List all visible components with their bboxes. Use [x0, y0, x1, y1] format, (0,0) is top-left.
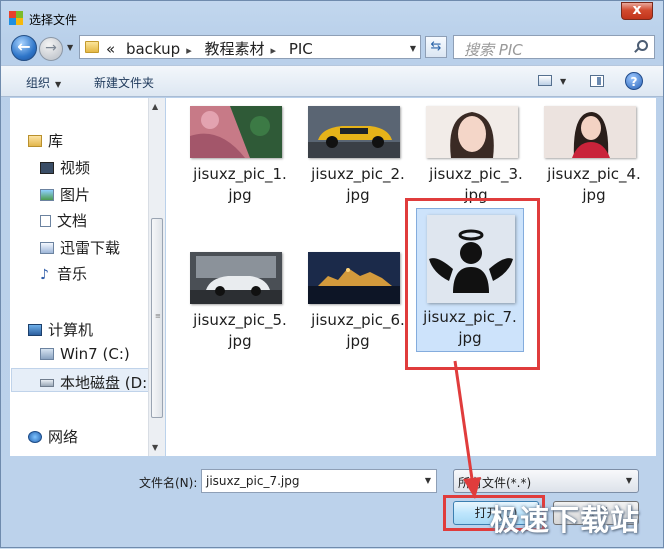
chevron-right-icon[interactable]: ▸ — [271, 44, 277, 57]
search-placeholder: 搜索 PIC — [464, 41, 523, 59]
command-toolbar: 组织 ▼ 新建文件夹 ▼ ? — [1, 65, 663, 97]
nav-label: Win7 (C:) — [60, 345, 130, 363]
nav-label: 网络 — [48, 428, 79, 446]
thumbnail-pink-forest — [190, 106, 282, 158]
download-icon — [40, 242, 54, 254]
chevron-down-icon: ▼ — [55, 80, 62, 89]
file-item[interactable]: jisuxz_pic_4. jpg — [534, 98, 641, 248]
library-icon — [28, 135, 42, 147]
nav-label: 视频 — [60, 159, 91, 177]
refresh-icon: ⇆ — [430, 39, 442, 54]
title-bar: 选择文件 x — [1, 1, 663, 33]
scroll-down-icon[interactable]: ▼ — [152, 443, 158, 452]
search-input[interactable]: 搜索 PIC — [453, 35, 655, 59]
nav-item-network[interactable]: 网络 — [28, 426, 78, 447]
folder-icon — [85, 41, 99, 53]
preview-pane-icon[interactable] — [590, 75, 604, 87]
navigation-pane: 库 视频 图片 文档 迅雷下载 ♪ 音乐 计算机 Win7 (C:) 本地磁盘 (… — [10, 98, 165, 456]
nav-item-documents[interactable]: 文档 — [40, 210, 87, 231]
filename-value: jisuxz_pic_7.jpg — [206, 474, 300, 488]
address-history-dropdown[interactable]: ▼ — [410, 44, 416, 53]
thumbnail-night-castle — [308, 252, 400, 304]
chevron-down-icon: ▼ — [625, 476, 632, 485]
search-icon[interactable] — [637, 40, 648, 51]
nav-item-videos[interactable]: 视频 — [40, 157, 90, 178]
network-icon — [28, 431, 42, 443]
nav-label: 迅雷下载 — [60, 239, 121, 257]
nav-item-computer[interactable]: 计算机 — [28, 319, 93, 340]
grip-icon: ≡ — [155, 312, 161, 320]
breadcrumb-overflow[interactable]: « — [106, 40, 115, 58]
nav-label: 计算机 — [48, 321, 94, 339]
file-item[interactable]: jisuxz_pic_6. jpg — [298, 244, 405, 394]
music-note-icon: ♪ — [40, 267, 49, 283]
breadcrumb-backup[interactable]: backup — [126, 40, 180, 58]
file-name: jisuxz_pic_6. jpg — [311, 311, 405, 350]
drive-icon — [40, 348, 54, 360]
recent-pages-dropdown[interactable]: ▼ — [67, 43, 73, 52]
organize-menu[interactable]: 组织 ▼ — [26, 74, 61, 91]
close-button[interactable]: x — [621, 2, 653, 20]
window-title: 选择文件 — [29, 13, 78, 27]
nav-label: 图片 — [60, 186, 91, 204]
nav-label: 文档 — [57, 212, 88, 230]
view-mode-dropdown[interactable]: ▼ — [560, 77, 566, 86]
computer-icon — [28, 324, 42, 336]
nav-item-music[interactable]: ♪ 音乐 — [40, 263, 87, 284]
watermark-text: 极速下载站 — [490, 503, 641, 537]
nav-item-win7[interactable]: Win7 (C:) — [40, 345, 130, 363]
scroll-up-icon[interactable]: ▲ — [152, 102, 158, 111]
chevron-down-icon[interactable]: ▼ — [425, 476, 431, 485]
file-item[interactable]: jisuxz_pic_2. jpg — [298, 98, 405, 248]
file-list: jisuxz_pic_1. jpg jisuxz_pic_2. jpg jisu… — [166, 98, 656, 456]
help-icon[interactable]: ? — [625, 72, 643, 90]
filename-label: 文件名(N): — [139, 476, 198, 490]
nav-scrollbar[interactable]: ▲ ≡ ▼ — [148, 98, 165, 456]
highlight-box-file — [405, 198, 540, 370]
breadcrumb-pic[interactable]: PIC — [289, 40, 313, 58]
file-name: jisuxz_pic_4. jpg — [547, 165, 641, 204]
navigation-bar: ← → ▼ « backup ▸ 教程素材 ▸ PIC ▼ ⇆ 搜索 PIC — [1, 33, 663, 63]
thumbnail-portrait-woman — [426, 106, 518, 158]
document-icon — [40, 215, 51, 227]
file-name: jisuxz_pic_2. jpg — [311, 165, 405, 204]
arrow-right-icon: → — [45, 40, 57, 56]
nav-label: 本地磁盘 (D: — [60, 374, 148, 392]
file-name: jisuxz_pic_5. jpg — [193, 311, 287, 350]
picture-icon — [40, 189, 54, 201]
thumbnail-white-car — [190, 252, 282, 304]
new-folder-button[interactable]: 新建文件夹 — [94, 74, 154, 91]
file-item[interactable]: jisuxz_pic_1. jpg — [180, 98, 287, 248]
refresh-button[interactable]: ⇆ — [425, 36, 447, 58]
nav-item-pictures[interactable]: 图片 — [40, 184, 90, 205]
nav-label: 音乐 — [57, 265, 88, 283]
breadcrumb-tutorial[interactable]: 教程素材 — [205, 40, 265, 58]
thumbnail-yellow-car — [308, 106, 400, 158]
file-open-dialog: 选择文件 x ← → ▼ « backup ▸ 教程素材 ▸ PIC ▼ ⇆ 搜索 … — [0, 0, 664, 548]
nav-label: 库 — [48, 132, 64, 150]
filename-input[interactable]: jisuxz_pic_7.jpg ▼ — [201, 469, 437, 493]
chevron-right-icon[interactable]: ▸ — [186, 44, 192, 57]
nav-item-libraries[interactable]: 库 — [28, 130, 63, 151]
address-bar[interactable]: « backup ▸ 教程素材 ▸ PIC ▼ — [79, 35, 421, 59]
file-item[interactable]: jisuxz_pic_5. jpg — [180, 244, 287, 394]
organize-label: 组织 — [26, 76, 51, 90]
forward-button[interactable]: → — [39, 37, 63, 61]
video-icon — [40, 162, 54, 174]
arrow-left-icon: ← — [17, 37, 31, 56]
nav-item-local-disk[interactable]: 本地磁盘 (D: — [40, 372, 147, 393]
file-name: jisuxz_pic_1. jpg — [193, 165, 287, 204]
scroll-thumb[interactable]: ≡ — [151, 218, 163, 418]
pointer-arrow-icon — [453, 360, 481, 499]
app-icon — [9, 11, 23, 25]
breadcrumb: « backup ▸ 教程素材 ▸ PIC — [106, 38, 319, 59]
nav-item-thunder[interactable]: 迅雷下载 — [40, 237, 120, 258]
back-button[interactable]: ← — [11, 35, 37, 61]
view-mode-icon[interactable] — [538, 75, 552, 86]
hard-disk-icon — [40, 379, 54, 387]
thumbnail-woman-red-dress — [544, 106, 636, 158]
